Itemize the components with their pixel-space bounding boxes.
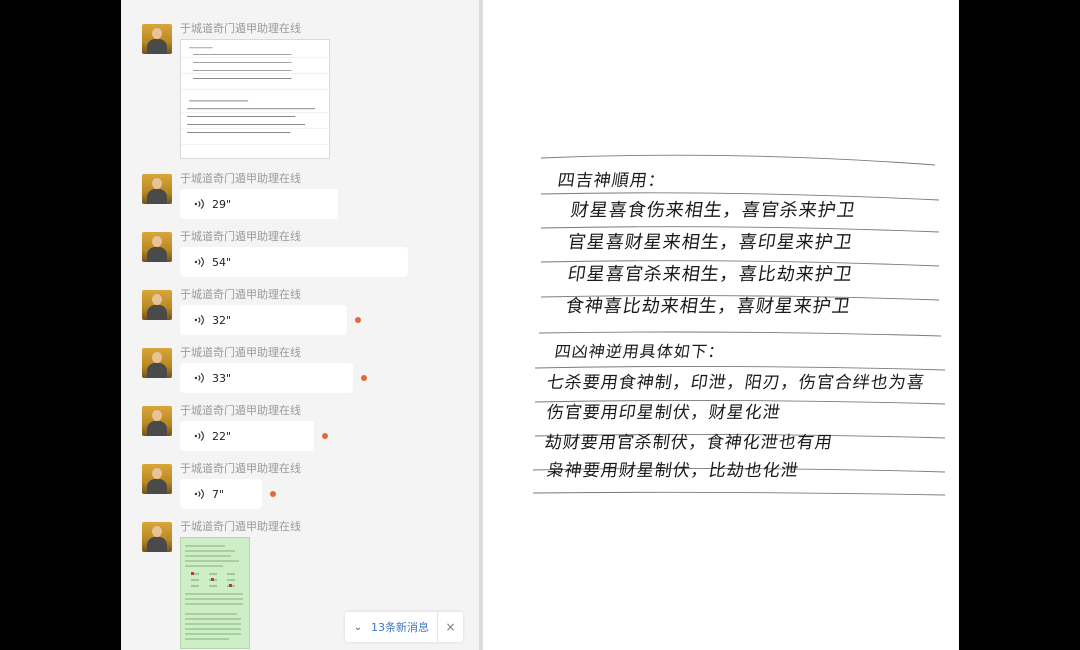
image-message-notes[interactable] <box>180 39 330 159</box>
avatar[interactable] <box>142 290 172 320</box>
sender-name: 于城道奇门遁甲助理在线 <box>180 404 301 417</box>
avatar[interactable] <box>142 24 172 54</box>
voice-wave-icon <box>194 489 204 499</box>
unread-dot <box>322 433 328 439</box>
avatar[interactable] <box>142 522 172 552</box>
avatar[interactable] <box>142 406 172 436</box>
sender-name: 于城道奇门遁甲助理在线 <box>180 346 301 359</box>
close-icon[interactable]: × <box>437 612 463 642</box>
chart-thumbnail <box>185 545 243 640</box>
avatar[interactable] <box>142 464 172 494</box>
sender-name: 于城道奇门遁甲助理在线 <box>180 288 301 301</box>
sender-name: 于城道奇门遁甲助理在线 <box>180 520 301 533</box>
voice-wave-icon <box>194 373 204 383</box>
voice-duration: 32" <box>212 313 232 327</box>
sender-name: 于城道奇门遁甲助理在线 <box>180 22 301 35</box>
chat-pane[interactable]: 于城道奇门遁甲助理在线 于城道奇门遁甲助理在线 29" 于城道奇门遁甲助理在线 … <box>121 0 479 650</box>
sender-name: 于城道奇门遁甲助理在线 <box>180 172 301 185</box>
voice-wave-icon <box>194 199 204 209</box>
voice-wave-icon <box>194 431 204 441</box>
notes-line: 伤官要用印星制伏，财星化泄 <box>545 403 783 423</box>
new-messages-bar[interactable]: ⌄ 13条新消息 × <box>345 612 463 642</box>
voice-bubble[interactable]: 7" <box>180 479 262 509</box>
new-messages-label[interactable]: 13条新消息 <box>371 619 437 635</box>
notebook-page-lines <box>532 154 946 496</box>
sender-name: 于城道奇门遁甲助理在线 <box>180 462 301 475</box>
voice-wave-icon <box>194 257 204 267</box>
avatar[interactable] <box>142 174 172 204</box>
unread-dot <box>361 375 367 381</box>
notes-line: 劫财要用官杀制伏，食神化泄也有用 <box>543 433 835 453</box>
handwritten-notes-thumbnail <box>181 47 329 145</box>
notes-line: 印星喜官杀来相生，喜比劫来护卫 <box>566 264 855 285</box>
sender-name: 于城道奇门遁甲助理在线 <box>180 230 301 243</box>
notes-line: 枭神要用财星制伏，比劫也化泄 <box>545 461 801 481</box>
notes-line: 财星喜食伤来相生，喜官杀来护卫 <box>569 200 858 221</box>
avatar[interactable] <box>142 232 172 262</box>
notes-heading-2: 四凶神逆用具体如下： <box>553 342 727 361</box>
voice-duration: 33" <box>212 371 232 385</box>
notes-heading-1: 四吉神順用： <box>556 171 668 191</box>
voice-wave-icon <box>194 315 204 325</box>
notes-line: 官星喜财星来相生，喜印星来护卫 <box>566 232 855 253</box>
voice-duration: 29" <box>212 197 232 211</box>
voice-duration: 22" <box>212 429 232 443</box>
unread-dot <box>355 317 361 323</box>
voice-bubble[interactable]: 54" <box>180 247 408 277</box>
notes-line: 七杀要用食神制，印泄，阳刃，伤官合绊也为喜 <box>545 373 927 393</box>
notes-line: 食神喜比劫来相生，喜财星来护卫 <box>564 296 853 317</box>
voice-duration: 54" <box>212 255 232 269</box>
unread-dot <box>270 491 276 497</box>
voice-bubble[interactable]: 29" <box>180 189 338 219</box>
image-viewer: 四吉神順用： 财星喜食伤来相生，喜官杀来护卫 官星喜财星来相生，喜印星来护卫 印… <box>483 0 959 650</box>
avatar[interactable] <box>142 348 172 378</box>
voice-duration: 7" <box>212 487 225 501</box>
image-message-chart[interactable] <box>180 537 250 649</box>
voice-bubble[interactable]: 33" <box>180 363 353 393</box>
voice-bubble[interactable]: 22" <box>180 421 314 451</box>
double-chevron-down-icon[interactable]: ⌄ <box>345 622 371 633</box>
voice-bubble[interactable]: 32" <box>180 305 347 335</box>
